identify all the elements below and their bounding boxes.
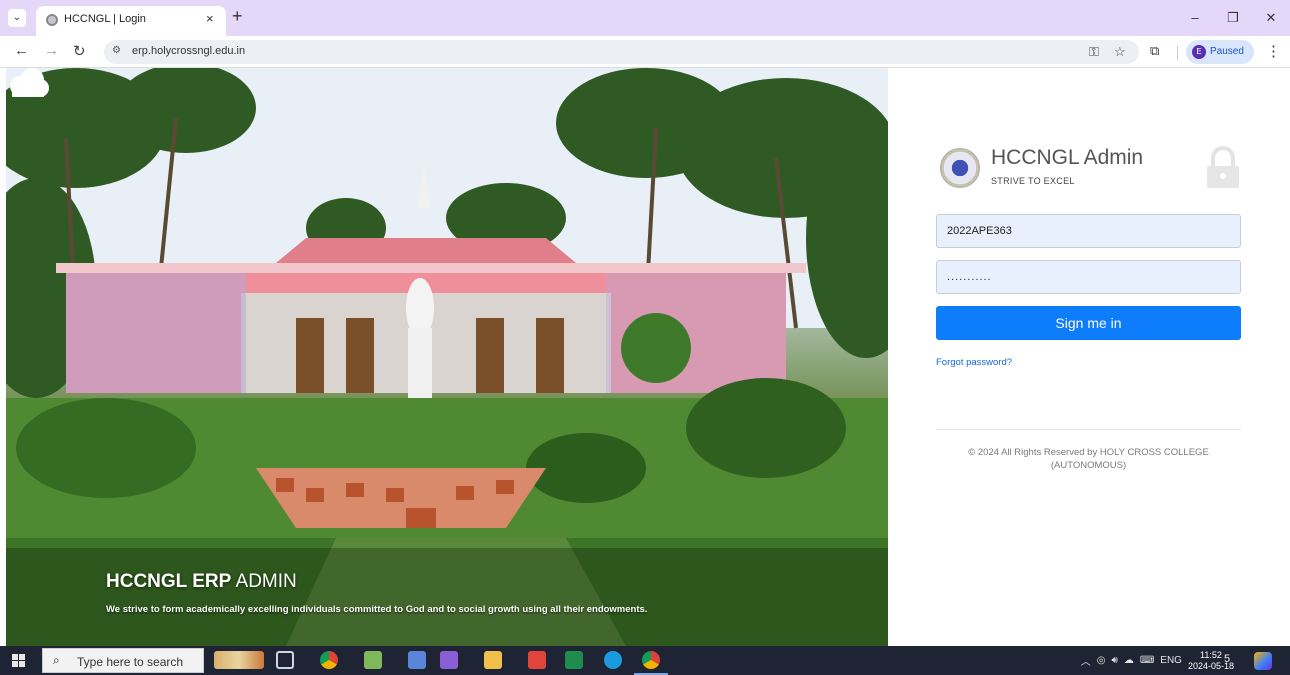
campus-hero-image: HCCNGL ERP ADMIN We strive to form acade…: [6, 68, 888, 646]
tray-meet-icon[interactable]: ◎: [1097, 655, 1106, 666]
sign-in-button[interactable]: Sign me in: [936, 306, 1241, 340]
notepad-icon[interactable]: [364, 651, 382, 669]
toolbar-divider: [1177, 46, 1178, 60]
close-window-button[interactable]: ✕: [1252, 0, 1290, 36]
password-key-icon[interactable]: ⚿: [1089, 44, 1099, 60]
system-tray: ︿ ◎ 🔊︎ ☁ ⌨ ENG 11:52 2024-05-18: [1081, 646, 1234, 675]
hero-title-bold: HCCNGL ERP: [106, 571, 232, 592]
taskbar-search-box[interactable]: ⌕ Type here to search: [42, 648, 204, 673]
search-highlight-image[interactable]: [214, 651, 264, 669]
taskbar-search-placeholder: Type here to search: [77, 655, 184, 669]
visual-studio-icon[interactable]: [440, 651, 458, 669]
browser-toolbar: ← → ↻ ⚙ erp.holycrossngl.edu.in ⚿ ☆ ⧉ E …: [0, 36, 1290, 68]
notification-count[interactable]: 5: [1224, 653, 1238, 667]
brand-tagline: STRIVE TO EXCEL: [991, 176, 1075, 186]
language-indicator[interactable]: ENG: [1160, 655, 1182, 666]
window-controls: – ❐ ✕: [1176, 0, 1290, 36]
tray-chevron-icon[interactable]: ︿: [1081, 653, 1091, 668]
snipping-tool-icon[interactable]: [408, 651, 426, 669]
hero-title: HCCNGL ERP ADMIN: [106, 571, 297, 593]
tab-search-dropdown-icon[interactable]: ⌄: [8, 9, 26, 27]
back-arrow-icon[interactable]: ←: [14, 42, 29, 59]
speaker-icon[interactable]: 🔊︎: [1112, 655, 1118, 666]
browser-menu-icon[interactable]: ⋮: [1266, 42, 1281, 60]
profile-button[interactable]: E Paused: [1186, 40, 1254, 64]
url-text[interactable]: erp.holycrossngl.edu.in: [132, 45, 245, 57]
minimize-button[interactable]: –: [1176, 0, 1214, 36]
cloud-icon: [10, 68, 49, 97]
browser-tab-bar: ⌄ HCCNGL | Login × + – ❐ ✕: [0, 0, 1290, 36]
site-info-icon[interactable]: ⚙: [112, 45, 128, 59]
windows-start-icon[interactable]: [12, 654, 26, 668]
brand-title: HCCNGL Admin: [991, 146, 1144, 169]
reload-icon[interactable]: ↻: [73, 42, 86, 60]
tab-close-icon[interactable]: ×: [206, 11, 214, 26]
browser-tab[interactable]: HCCNGL | Login ×: [36, 6, 226, 36]
search-icon: ⌕: [53, 653, 60, 667]
task-view-icon[interactable]: [276, 651, 294, 669]
copilot-icon[interactable]: [1254, 652, 1272, 670]
chrome-profile-icon[interactable]: [642, 651, 660, 669]
forward-arrow-icon[interactable]: →: [44, 42, 59, 59]
network-icon[interactable]: ⌨: [1140, 655, 1154, 666]
extensions-puzzle-icon[interactable]: ⧉: [1150, 43, 1159, 59]
password-field[interactable]: [936, 260, 1241, 294]
chrome-icon[interactable]: [320, 651, 338, 669]
windows-taskbar: ⌕ Type here to search ︿ ◎ 🔊︎ ☁ ⌨ ENG 11:…: [0, 646, 1290, 675]
forgot-password-link[interactable]: Forgot password?: [936, 357, 1012, 368]
lock-icon: [1207, 146, 1239, 188]
excel-icon[interactable]: [565, 651, 583, 669]
tab-title: HCCNGL | Login: [64, 13, 146, 25]
panel-divider: [936, 429, 1241, 430]
site-favicon-icon: [46, 14, 58, 26]
hero-subtitle: We strive to form academically excelling…: [106, 604, 648, 615]
college-logo: [940, 148, 980, 188]
file-explorer-icon[interactable]: [484, 651, 502, 669]
onedrive-cloud-icon[interactable]: ☁: [1124, 655, 1134, 666]
new-tab-button[interactable]: +: [232, 6, 243, 27]
skype-icon[interactable]: [604, 651, 622, 669]
campus-photo-illustration: [6, 68, 888, 646]
login-panel: HCCNGL Admin STRIVE TO EXCEL Sign me in …: [888, 68, 1290, 646]
profile-avatar: E: [1192, 45, 1206, 59]
hero-title-light: ADMIN: [235, 571, 297, 592]
username-field[interactable]: [936, 214, 1241, 248]
profile-status: Paused: [1210, 46, 1244, 57]
anydesk-icon[interactable]: [528, 651, 546, 669]
restore-button[interactable]: ❐: [1214, 0, 1252, 36]
address-bar[interactable]: ⚙ erp.holycrossngl.edu.in ⚿ ☆: [104, 40, 1139, 64]
bookmark-star-icon[interactable]: ☆: [1114, 44, 1126, 60]
copyright-text: © 2024 All Rights Reserved by HOLY CROSS…: [968, 447, 1209, 471]
